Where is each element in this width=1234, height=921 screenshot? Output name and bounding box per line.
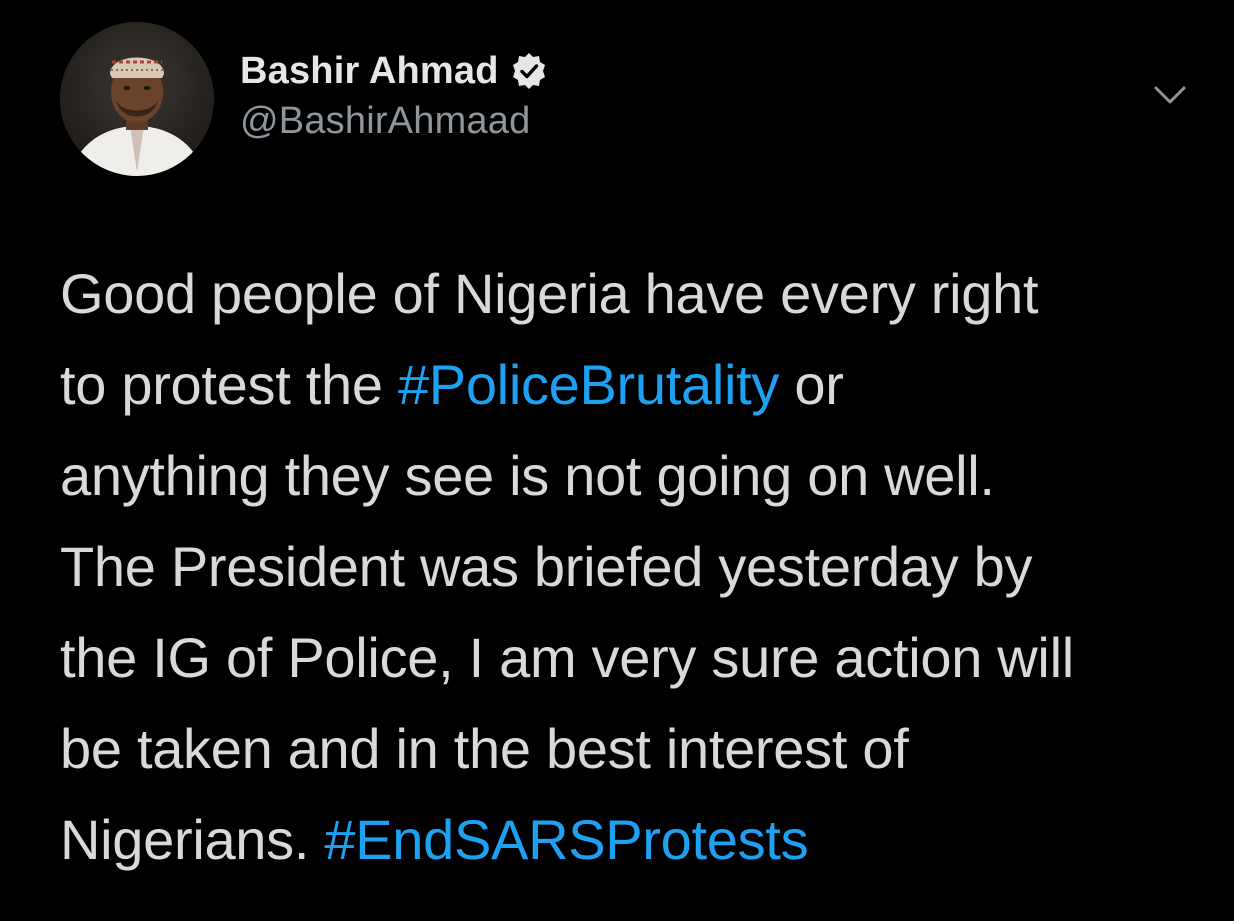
text-segment: to protest the bbox=[60, 353, 398, 416]
tweet-line: The President was briefed yesterday by bbox=[60, 521, 1190, 612]
tweet-line: anything they see is not going on well. bbox=[60, 430, 1190, 521]
text-segment: the IG of Police, I am very sure action … bbox=[60, 626, 1074, 689]
tweet-text: Good people of Nigeria have every right … bbox=[60, 248, 1190, 885]
text-segment: Nigerians. bbox=[60, 808, 325, 871]
hashtag-link-police-brutality[interactable]: #PoliceBrutality bbox=[398, 353, 779, 416]
profile-photo bbox=[60, 22, 214, 176]
author-info: Bashir Ahmad @BashirAhmaad bbox=[240, 44, 549, 143]
tweet-card: Bashir Ahmad @BashirAhmaad Good people o… bbox=[0, 0, 1234, 921]
text-segment: anything they see is not going on well. bbox=[60, 444, 995, 507]
tweet-line: Nigerians. #EndSARSProtests bbox=[60, 794, 1190, 885]
avatar[interactable] bbox=[60, 22, 214, 176]
user-handle[interactable]: @BashirAhmaad bbox=[240, 100, 549, 143]
text-segment: be taken and in the best interest of bbox=[60, 717, 909, 780]
hashtag-link-endsars-protests[interactable]: #EndSARSProtests bbox=[324, 808, 808, 871]
text-segment: or bbox=[779, 353, 844, 416]
tweet-line: the IG of Police, I am very sure action … bbox=[60, 612, 1190, 703]
name-row: Bashir Ahmad bbox=[240, 44, 549, 98]
text-segment: Good people of Nigeria have every right bbox=[60, 262, 1039, 325]
chevron-down-icon[interactable] bbox=[1150, 80, 1190, 110]
tweet-line: to protest the #PoliceBrutality or bbox=[60, 339, 1190, 430]
text-segment: The President was briefed yesterday by bbox=[60, 535, 1033, 598]
tweet-line: Good people of Nigeria have every right bbox=[60, 248, 1190, 339]
verified-badge-icon bbox=[509, 51, 549, 91]
tweet-line: be taken and in the best interest of bbox=[60, 703, 1190, 794]
display-name[interactable]: Bashir Ahmad bbox=[240, 50, 499, 93]
